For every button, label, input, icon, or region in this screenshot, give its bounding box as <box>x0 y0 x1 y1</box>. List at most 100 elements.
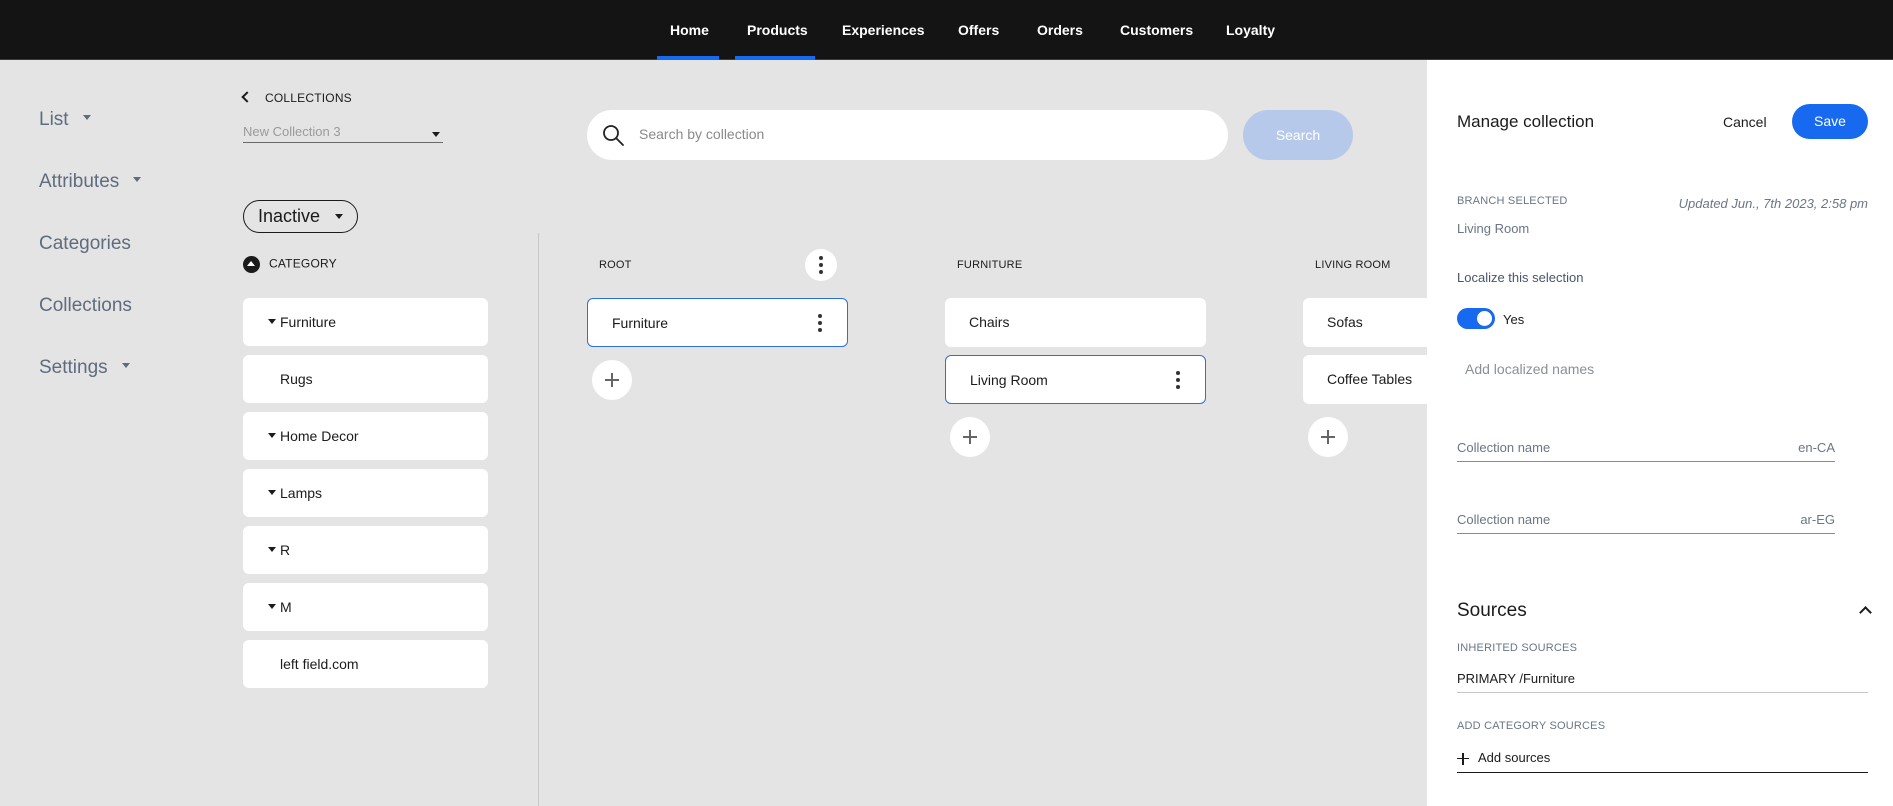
sidebar-item-settings[interactable]: Settings <box>39 357 130 379</box>
field-locale: ar-EG <box>1800 512 1835 527</box>
collection-name-field-en-ca[interactable]: Collection name en-CA <box>1457 435 1835 462</box>
add-sources-label: Add sources <box>1478 750 1551 765</box>
category-item-lamps[interactable]: Lamps <box>243 469 488 517</box>
cancel-button[interactable]: Cancel <box>1723 114 1767 130</box>
sidebar-item-label: Categories <box>39 233 131 254</box>
plus-icon <box>1457 752 1469 765</box>
category-item-label: Lamps <box>280 485 323 501</box>
caret-down-icon <box>268 604 276 609</box>
sidebar-item-label: Collections <box>39 295 132 316</box>
top-nav: Home Products Experiences Offers Orders … <box>0 0 1893 60</box>
sidebar-item-categories[interactable]: Categories <box>39 233 131 255</box>
chevron-left-icon <box>241 91 253 103</box>
collection-name-field-ar-eg[interactable]: Collection name ar-EG <box>1457 507 1835 534</box>
localize-label: Localize this selection <box>1457 270 1584 285</box>
tree-item-label: Coffee Tables <box>1327 371 1413 387</box>
add-sources-button[interactable]: Add sources <box>1457 750 1868 773</box>
field-locale: en-CA <box>1798 440 1835 455</box>
nav-orders[interactable]: Orders <box>1037 22 1083 38</box>
tree-item-label: Sofas <box>1327 314 1363 330</box>
nav-products-active-indicator <box>735 56 815 60</box>
category-item-label: M <box>280 599 292 615</box>
sidebar-item-list[interactable]: List <box>39 109 91 131</box>
updated-timestamp: Updated Jun., 7th 2023, 2:58 pm <box>1678 196 1868 211</box>
search-button[interactable]: Search <box>1243 110 1353 160</box>
category-item-label: R <box>280 542 291 558</box>
add-living-room-item-button[interactable] <box>1308 417 1348 457</box>
branch-selected-label: BRANCH SELECTED <box>1457 195 1568 207</box>
inherited-source-row: PRIMARY /Furniture <box>1457 671 1868 693</box>
save-button[interactable]: Save <box>1792 104 1868 139</box>
add-root-item-button[interactable] <box>592 360 632 400</box>
add-furniture-item-button[interactable] <box>950 417 990 457</box>
add-category-sources-label: ADD CATEGORY SOURCES <box>1457 720 1606 732</box>
root-more-options-button[interactable] <box>805 249 837 281</box>
sources-title: Sources <box>1457 600 1527 621</box>
tree-item-coffee-tables[interactable]: Coffee Tables <box>1303 355 1427 404</box>
caret-down-icon <box>268 547 276 552</box>
tree-column-header-living-room: LIVING ROOM <box>1315 259 1391 271</box>
tree-item-label: Living Room <box>970 372 1048 388</box>
category-item-r[interactable]: R <box>243 526 488 574</box>
tree-column-header-root: ROOT <box>599 259 632 271</box>
localize-toggle[interactable] <box>1457 308 1495 329</box>
category-item-label: Home Decor <box>280 428 359 444</box>
category-item-label: Furniture <box>280 314 337 330</box>
nav-customers[interactable]: Customers <box>1120 22 1193 38</box>
category-column-header[interactable]: CATEGORY <box>243 256 337 273</box>
caret-down-icon <box>82 115 91 121</box>
category-item-left-field[interactable]: left field.com <box>243 640 488 688</box>
caret-down-icon <box>133 177 142 183</box>
category-item-rugs[interactable]: Rugs <box>243 355 488 403</box>
sidebar-item-label: Settings <box>39 357 108 378</box>
inherited-sources-label: INHERITED SOURCES <box>1457 642 1578 654</box>
search-input[interactable]: Search by collection <box>639 126 764 142</box>
branch-selected-value: Living Room <box>1457 221 1530 236</box>
category-item-furniture[interactable]: Furniture <box>243 298 488 346</box>
caret-down-icon <box>121 363 130 369</box>
localize-toggle-label: Yes <box>1503 312 1525 327</box>
status-filter-dropdown[interactable]: Inactive <box>243 200 358 233</box>
back-to-collections-link[interactable]: COLLECTIONS <box>241 91 352 105</box>
tree-item-living-room[interactable]: Living Room <box>945 355 1206 404</box>
inherited-source-value: PRIMARY /Furniture <box>1457 671 1576 686</box>
tree-item-label: Furniture <box>612 315 669 331</box>
tree-item-sofas[interactable]: Sofas <box>1303 298 1427 347</box>
caret-down-icon <box>335 214 343 219</box>
caret-down-icon <box>432 132 440 137</box>
status-filter-value: Inactive <box>258 206 321 226</box>
nav-home[interactable]: Home <box>670 22 709 38</box>
add-localized-names-link[interactable]: Add localized names <box>1465 361 1594 377</box>
collection-select[interactable]: New Collection 3 <box>243 124 443 143</box>
caret-down-icon <box>268 490 276 495</box>
more-vertical-icon[interactable] <box>818 314 822 332</box>
collapse-up-icon <box>243 256 260 273</box>
tree-item-chairs[interactable]: Chairs <box>945 298 1206 347</box>
nav-loyalty[interactable]: Loyalty <box>1226 22 1275 38</box>
tree-item-label: Chairs <box>969 314 1010 330</box>
field-label: Collection name <box>1457 512 1551 527</box>
nav-products[interactable]: Products <box>747 22 808 38</box>
sidebar-item-label: Attributes <box>39 171 120 192</box>
collection-select-value: New Collection 3 <box>243 124 341 139</box>
manage-collection-panel: Manage collection Cancel Save BRANCH SEL… <box>1427 60 1893 806</box>
nav-experiences[interactable]: Experiences <box>842 22 925 38</box>
category-item-label: left field.com <box>280 656 359 672</box>
tree-item-furniture[interactable]: Furniture <box>587 298 848 347</box>
category-item-home-decor[interactable]: Home Decor <box>243 412 488 460</box>
tree-column-header-furniture: FURNITURE <box>957 259 1023 271</box>
nav-home-active-indicator <box>657 56 719 60</box>
more-vertical-icon[interactable] <box>1176 371 1180 389</box>
sidebar-item-attributes[interactable]: Attributes <box>39 171 142 193</box>
chevron-up-icon[interactable] <box>1859 606 1872 619</box>
field-label: Collection name <box>1457 440 1551 455</box>
search-icon <box>603 125 624 146</box>
panel-title: Manage collection <box>1457 112 1595 131</box>
category-item-m[interactable]: M <box>243 583 488 631</box>
nav-offers[interactable]: Offers <box>958 22 999 38</box>
category-item-label: Rugs <box>280 371 313 387</box>
search-bar[interactable]: Search by collection <box>587 110 1228 160</box>
sidebar-item-label: List <box>39 109 69 130</box>
sidebar-item-collections[interactable]: Collections <box>39 295 132 317</box>
caret-down-icon <box>268 319 276 324</box>
